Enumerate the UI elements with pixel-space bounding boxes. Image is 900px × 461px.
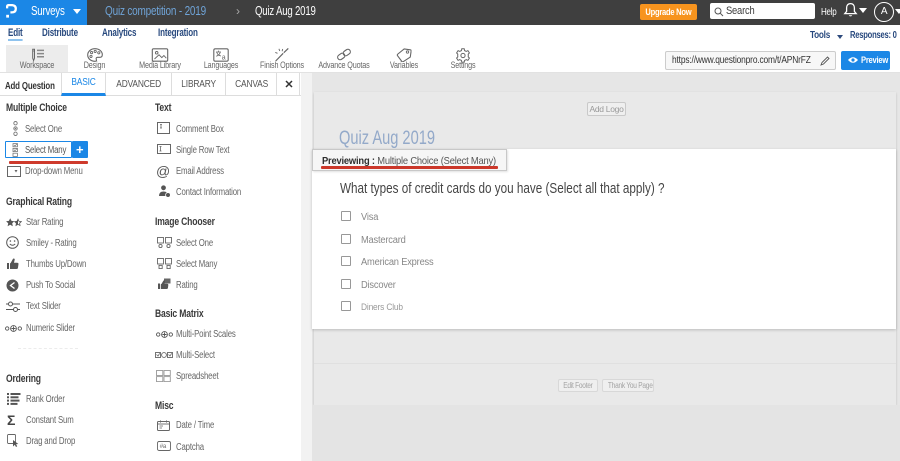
svg-text:#a: #a <box>160 444 167 450</box>
